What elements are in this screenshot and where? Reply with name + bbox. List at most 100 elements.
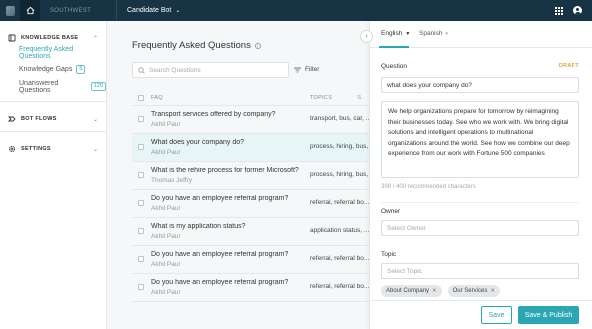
faq-question: Do you have an employee referral program…: [151, 195, 289, 202]
topic-select[interactable]: Select Topic: [381, 263, 579, 279]
sidebar-item-faq[interactable]: Frequently Asked Questions: [0, 44, 106, 61]
topic-select-placeholder: Select Topic: [387, 267, 422, 275]
sidebar-section-settings[interactable]: SETTINGS ⌄: [0, 143, 106, 155]
chevron-up-icon[interactable]: ⌃: [93, 35, 98, 42]
save-button[interactable]: Save: [481, 306, 512, 324]
select-all-checkbox[interactable]: [138, 95, 144, 101]
close-icon[interactable]: ✕: [432, 288, 437, 294]
sidebar: KNOWLEDGE BASE ⌃ Frequently Asked Questi…: [0, 21, 107, 329]
chevron-right-icon: ›: [365, 33, 368, 40]
chevron-down-icon[interactable]: ⌄: [93, 146, 98, 153]
tab-english[interactable]: English ▼: [381, 30, 410, 37]
info-icon[interactable]: i: [254, 42, 261, 49]
topic-label: Topic: [381, 251, 397, 258]
row-checkbox[interactable]: [138, 284, 144, 290]
row-checkbox[interactable]: [138, 172, 144, 178]
faq-topics: transport, bus, car, ...: [310, 115, 369, 122]
faq-list-area: Frequently Asked Questions i Filter FAQ …: [107, 21, 369, 329]
row-checkbox[interactable]: [138, 116, 144, 122]
search-input[interactable]: [149, 66, 279, 74]
caret-down-icon: ▼: [405, 30, 411, 37]
org-name: SOUTHWEST: [50, 7, 92, 14]
faq-author: Akhil Paul: [151, 121, 180, 128]
search-icon: [138, 66, 145, 74]
topic-chip[interactable]: About Company ✕: [381, 285, 442, 297]
faq-topics: process, hiring, bus, ...: [310, 143, 369, 150]
book-icon: [8, 34, 16, 42]
chip-label: Our Services: [452, 288, 488, 294]
flow-icon: [8, 115, 16, 123]
sidebar-divider: [0, 131, 106, 132]
table-row[interactable]: Do you have an employee referral program…: [132, 190, 369, 218]
faq-topics: application status, ...: [310, 227, 369, 234]
chevron-down-icon: ⌄: [175, 8, 181, 14]
bot-selector-label: Candidate Bot: [127, 7, 172, 14]
sidebar-section-title: BOT FLOWS: [21, 116, 57, 122]
save-publish-button[interactable]: Save & Publish: [518, 306, 579, 324]
faq-author: Akhil Paul: [151, 149, 180, 156]
table-row[interactable]: What is my application status? Akhil Pau…: [132, 218, 369, 246]
search-box[interactable]: [132, 62, 289, 78]
table-header: FAQ TOPICS ⇅: [132, 90, 369, 106]
table-row[interactable]: Do you have an employee referral program…: [132, 274, 369, 302]
page-title: Frequently Asked Questions i: [132, 40, 261, 51]
tab-spanish[interactable]: Spanish ▾: [419, 30, 448, 37]
close-icon[interactable]: ✕: [490, 288, 495, 294]
faq-edit-panel: English ▼ Spanish ▾ Question DRAFT We he…: [369, 21, 592, 329]
brand-logo[interactable]: [0, 0, 20, 21]
row-checkbox[interactable]: [138, 144, 144, 150]
panel-footer: Save Save & Publish: [370, 300, 592, 329]
table-row[interactable]: Transport services offered by company? A…: [132, 106, 369, 134]
faq-question: What is the rehire process for former Mi…: [151, 167, 299, 174]
row-checkbox[interactable]: [138, 228, 144, 234]
owner-select[interactable]: Select Owner: [381, 220, 579, 236]
sidebar-section-knowledge-base[interactable]: KNOWLEDGE BASE ⌃: [0, 32, 106, 44]
question-field[interactable]: [381, 77, 579, 93]
column-header-faq[interactable]: FAQ: [151, 95, 163, 101]
language-tabs: English ▼ Spanish ▾: [370, 21, 592, 48]
row-checkbox[interactable]: [138, 256, 144, 262]
filter-label: Filter: [305, 66, 320, 73]
sidebar-divider: [0, 101, 106, 102]
panel-divider: [381, 202, 579, 203]
top-bar: SOUTHWEST Candidate Bot ⌄: [0, 0, 592, 21]
filter-button[interactable]: Filter: [294, 66, 319, 73]
faq-author: Akhil Paul: [151, 205, 180, 212]
sidebar-section-bot-flows[interactable]: BOT FLOWS ⌄: [0, 113, 106, 125]
sidebar-section-title: SETTINGS: [21, 146, 51, 152]
topic-chips: About Company ✕ Our Services ✕: [381, 285, 500, 297]
sidebar-item-label: Frequently Asked Questions: [19, 45, 74, 60]
count-badge: 120: [90, 82, 106, 91]
topic-chip[interactable]: Our Services ✕: [447, 285, 500, 297]
sidebar-item-knowledge-gaps[interactable]: Knowledge Gaps 5: [0, 61, 106, 78]
tab-label: Spanish: [419, 30, 443, 37]
sort-icon[interactable]: ⇅: [357, 95, 362, 101]
faq-author: Thomas Jeffry: [151, 177, 193, 184]
faq-topics: referral, referral bo...: [310, 199, 369, 206]
faq-question: Do you have an employee referral program…: [151, 279, 289, 286]
table-row[interactable]: What does your company do? Akhil Paul pr…: [132, 134, 369, 162]
user-account-icon[interactable]: [573, 6, 582, 15]
answer-textarea[interactable]: We help organizations prepare for tomorr…: [381, 101, 579, 178]
caret-down-icon: ▾: [445, 30, 449, 37]
status-badge: DRAFT: [558, 63, 579, 69]
chevron-down-icon[interactable]: ⌄: [93, 116, 98, 123]
owner-select-placeholder: Select Owner: [387, 224, 427, 232]
bot-selector[interactable]: Candidate Bot ⌄: [117, 7, 190, 14]
faq-question: What is my application status?: [151, 223, 246, 230]
faq-topics: referral, referral bo...: [310, 283, 369, 290]
sidebar-section-title: KNOWLEDGE BASE: [21, 35, 79, 41]
apps-grid-icon[interactable]: [555, 6, 563, 15]
collapse-panel-button[interactable]: ›: [360, 30, 373, 43]
home-icon[interactable]: [20, 0, 40, 21]
column-header-topics[interactable]: TOPICS: [310, 95, 332, 101]
filter-icon: [294, 67, 301, 72]
row-checkbox[interactable]: [138, 200, 144, 206]
character-counter: 398 / 400 recommended characters: [381, 184, 476, 190]
sidebar-item-unanswered-questions[interactable]: Unanswered Questions 120: [0, 78, 106, 95]
table-row[interactable]: Do you have an employee referral program…: [132, 246, 369, 274]
table-row[interactable]: What is the rehire process for former Mi…: [132, 162, 369, 190]
chip-label: About Company: [386, 288, 430, 294]
active-tab-indicator: [379, 46, 409, 48]
page-title-text: Frequently Asked Questions: [132, 40, 251, 51]
